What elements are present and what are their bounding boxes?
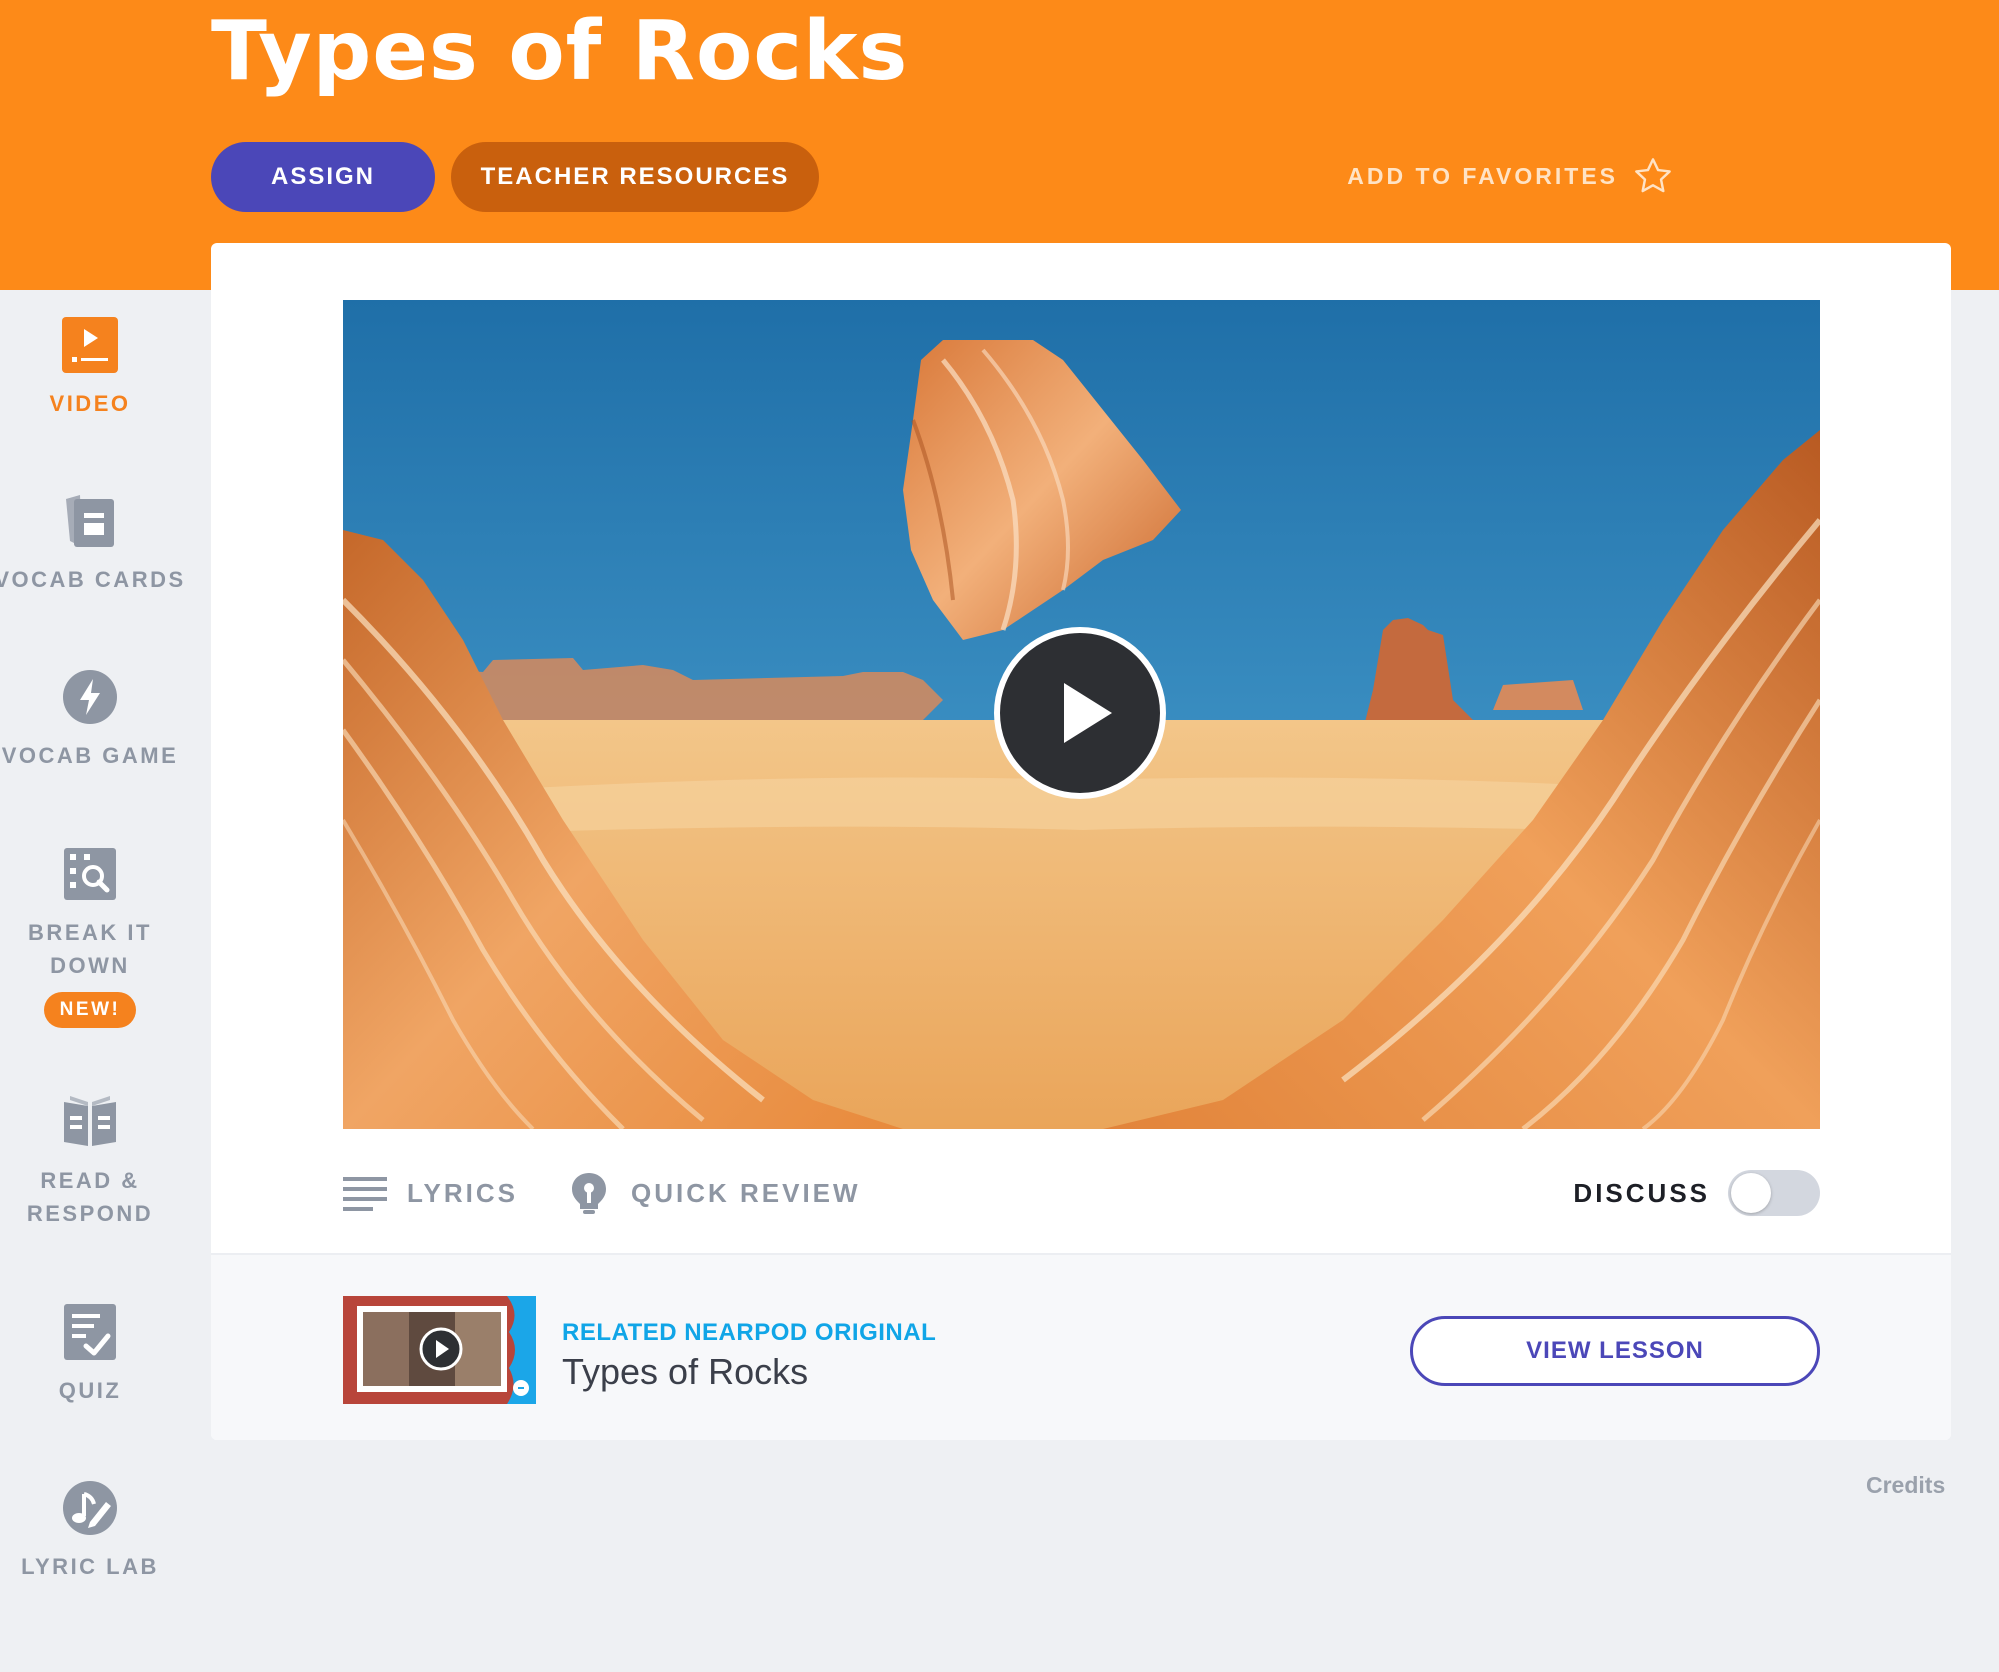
sidebar-item-label: VOCAB CARDS (0, 567, 186, 592)
assign-button[interactable]: ASSIGN (211, 142, 435, 212)
related-kicker: RELATED NEARPOD ORIGINAL (562, 1319, 937, 1346)
sidebar-item-read-respond[interactable]: READ & RESPOND (0, 1092, 180, 1230)
sidebar-item-break-it-down[interactable]: BREAK IT DOWN NEW! (0, 844, 180, 1028)
sidebar-item-label: QUIZ (58, 1378, 122, 1403)
quick-review-label: QUICK REVIEW (631, 1177, 861, 1208)
video-toolbar: LYRICS QUICK REVIEW DISCUSS (343, 1160, 1820, 1226)
sidebar-item-label: VIDEO (49, 391, 131, 416)
sidebar-item-vocab-game[interactable]: VOCAB GAME (0, 667, 180, 772)
lyrics-label: LYRICS (407, 1177, 518, 1208)
page-title: Types of Rocks (211, 4, 909, 99)
sidebar-item-label-line1: READ & (40, 1168, 140, 1193)
add-to-favorites-label: ADD TO FAVORITES (1347, 162, 1618, 189)
discuss-toggle[interactable] (1728, 1170, 1820, 1216)
quiz-checklist-icon (64, 1304, 116, 1360)
sidebar-item-label-line1: BREAK IT (28, 920, 152, 945)
video-play-icon (62, 317, 118, 373)
sidebar: VIDEO VOCAB CARDS VOCAB GAME BREAK IT DO… (0, 290, 183, 1672)
open-book-icon (64, 1096, 116, 1146)
vocab-cards-icon (66, 495, 114, 547)
quick-review-button[interactable]: QUICK REVIEW (567, 1160, 861, 1226)
sidebar-item-label-line2: RESPOND (26, 1201, 154, 1226)
view-lesson-button[interactable]: VIEW LESSON (1410, 1316, 1820, 1386)
video-player[interactable] (343, 300, 1820, 1129)
sidebar-item-quiz[interactable]: QUIZ (0, 1302, 180, 1407)
sidebar-item-label: LYRIC LAB (21, 1554, 159, 1579)
play-button[interactable] (994, 627, 1166, 799)
related-title: Types of Rocks (562, 1351, 809, 1392)
sidebar-item-lyric-lab[interactable]: LYRIC LAB (0, 1478, 180, 1583)
sidebar-item-vocab-cards[interactable]: VOCAB CARDS (0, 491, 183, 596)
related-nearpod-section: RELATED NEARPOD ORIGINAL Types of Rocks … (211, 1253, 1951, 1440)
star-outline-icon (1635, 158, 1671, 193)
sidebar-item-label-line2: DOWN (50, 953, 130, 978)
lightbulb-icon (572, 1173, 606, 1214)
sidebar-item-video[interactable]: VIDEO (0, 315, 180, 420)
lesson-thumbnail-image (343, 1296, 536, 1404)
lightning-bolt-icon (63, 670, 117, 724)
discuss-label: DISCUSS (1573, 1177, 1710, 1208)
toggle-knob (1731, 1173, 1771, 1213)
related-lesson-thumbnail[interactable] (343, 1296, 536, 1404)
add-to-favorites-button[interactable]: ADD TO FAVORITES (1347, 154, 1674, 198)
magnify-grid-icon (64, 848, 116, 900)
discuss-control: DISCUSS (1573, 1160, 1820, 1226)
play-icon (1064, 683, 1112, 743)
music-note-pencil-icon (63, 1481, 117, 1535)
new-badge: NEW! (43, 992, 137, 1028)
credits-link[interactable]: Credits (1866, 1472, 1945, 1499)
lyrics-button[interactable]: LYRICS (343, 1160, 518, 1226)
sidebar-item-label: VOCAB GAME (1, 743, 179, 768)
lyrics-lines-icon (343, 1177, 387, 1211)
page: Types of Rocks ASSIGN TEACHER RESOURCES … (0, 0, 1999, 1672)
teacher-resources-button[interactable]: TEACHER RESOURCES (451, 142, 819, 212)
